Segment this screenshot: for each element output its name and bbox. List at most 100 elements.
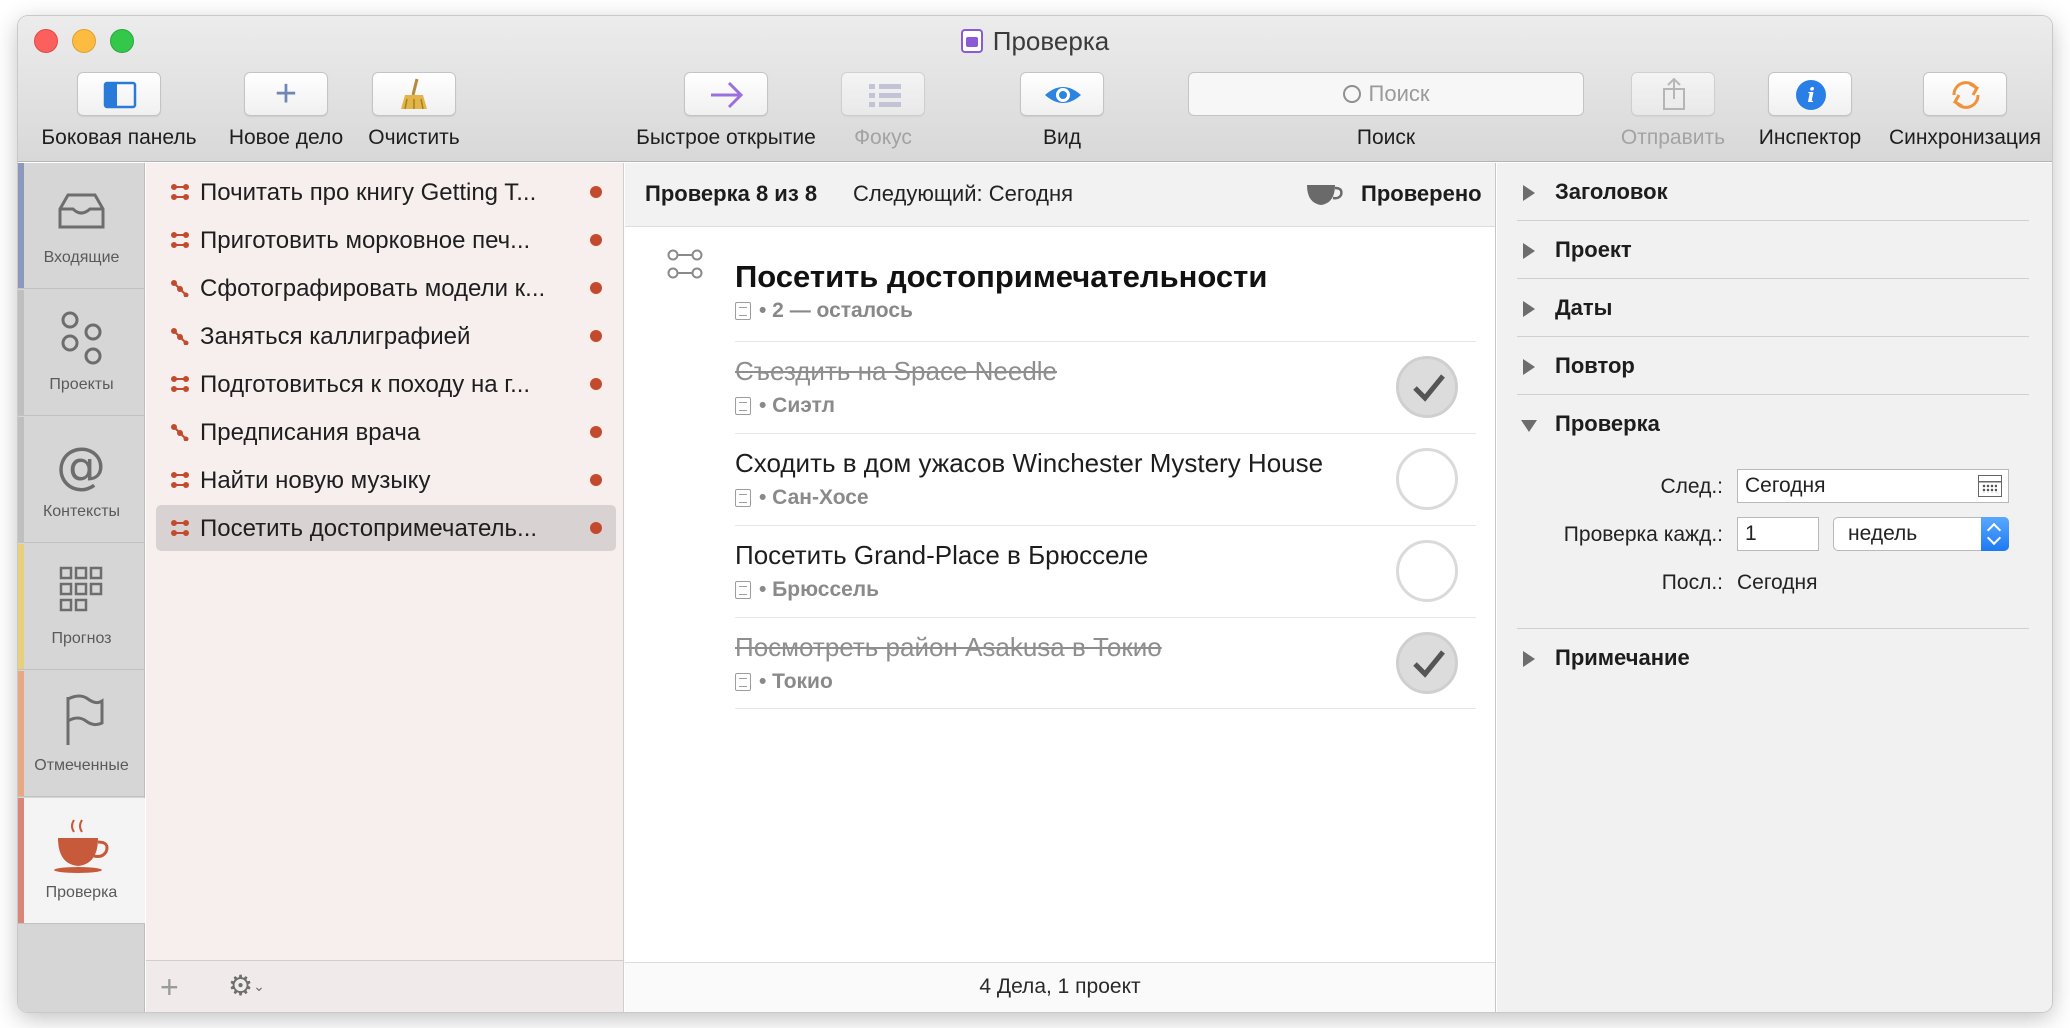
project-title[interactable]: Посетить достопримечательности [735, 259, 1267, 295]
eye-icon [1045, 87, 1081, 103]
disclosure-triangle-icon[interactable] [1523, 243, 1535, 259]
gear-icon: ⚙ [228, 970, 254, 1001]
project-sequential-icon [171, 424, 189, 441]
project-sequential-icon [171, 280, 189, 297]
gear-menu-button[interactable]: ⚙⌄ [228, 969, 265, 1002]
review-unit-select[interactable]: недель [1833, 517, 2009, 551]
inspector-section-title[interactable]: Заголовок [1517, 163, 2029, 221]
inspector-section-note[interactable]: Примечание [1517, 629, 2029, 687]
view-button[interactable] [1020, 72, 1104, 116]
section-label: Повтор [1555, 353, 1635, 378]
broom-icon [401, 78, 427, 110]
note-icon [735, 581, 751, 599]
sidebar-icon [103, 81, 137, 109]
list-item[interactable]: Заняться каллиграфией [156, 313, 616, 359]
disclosure-triangle-icon[interactable] [1523, 359, 1535, 375]
task-context-text: • Брюссель [759, 578, 880, 601]
sync-toolbar-item[interactable]: Синхронизация [1880, 72, 2050, 150]
new-action-button[interactable]: + [244, 72, 328, 116]
view-toolbar-item[interactable]: Вид [1006, 72, 1118, 150]
review-due-dot [590, 234, 602, 246]
focus-label: Фокус [854, 126, 912, 149]
list-item-selected[interactable]: Посетить достопримечатель... [156, 505, 616, 551]
clean-up-toolbar-item[interactable]: Очистить [358, 72, 470, 150]
contexts-icon: @ [56, 437, 106, 495]
list-item[interactable]: Приготовить морковное печ... [156, 217, 616, 263]
disclosure-triangle-icon[interactable] [1521, 420, 1537, 432]
list-item[interactable]: Сфотографировать модели к... [156, 265, 616, 311]
perspective-rail: Входящие Проекты @ Контексты Прогноз Отм… [18, 163, 145, 1012]
note-icon [735, 397, 751, 415]
inspector-section-project[interactable]: Проект [1517, 221, 2029, 279]
inspector-button[interactable]: i [1768, 72, 1852, 116]
inspector-section-repeat[interactable]: Повтор [1517, 337, 2029, 395]
sidebar-toolbar-item[interactable]: Боковая панель [28, 72, 210, 150]
tab-inbox[interactable]: Входящие [18, 163, 145, 289]
task-checkbox[interactable] [1396, 632, 1458, 694]
quick-open-toolbar-item[interactable]: Быстрое открытие [606, 72, 846, 150]
new-action-toolbar-item[interactable]: + Новое дело [216, 72, 356, 150]
task-row[interactable]: Сходить в дом ужасов Winchester Mystery … [735, 433, 1476, 525]
task-row[interactable]: Посмотреть район Asakusa в Токио • Токио [735, 617, 1476, 709]
tab-flagged[interactable]: Отмеченные [18, 671, 145, 797]
last-review-value: Сегодня [1737, 571, 1818, 594]
inspector-section-dates[interactable]: Даты [1517, 279, 2029, 337]
add-item-button[interactable]: + [160, 969, 179, 1006]
calendar-icon[interactable] [1978, 475, 2002, 497]
disclosure-triangle-icon[interactable] [1523, 185, 1535, 201]
review-unit-value: недель [1848, 522, 1918, 545]
tab-contexts[interactable]: @ Контексты [18, 417, 145, 543]
task-context-text: • Сиэтл [759, 394, 835, 417]
task-checkbox[interactable] [1396, 356, 1458, 418]
next-review-date-field[interactable]: Сегодня [1737, 469, 2009, 503]
tab-review[interactable]: Проверка [18, 798, 145, 924]
task-checkbox[interactable] [1396, 448, 1458, 510]
task-row[interactable]: Посетить Grand-Place в Брюсселе • Брюссе… [735, 525, 1476, 617]
mark-reviewed-button[interactable]: Проверено [1361, 181, 1482, 207]
next-review-label: След.: [1660, 475, 1723, 498]
task-title[interactable]: Посетить Grand-Place в Брюсселе [735, 540, 1148, 571]
task-title[interactable]: Съездить на Space Needle [735, 356, 1057, 387]
svg-text:@: @ [56, 437, 106, 495]
inbox-icon [58, 193, 105, 229]
inspector-section-review: Проверка След.: Сегодня Проверка кажд.: … [1517, 395, 2029, 629]
task-context: • Токио [735, 670, 833, 694]
project-status: • 2 — осталось [735, 299, 913, 323]
tab-forecast[interactable]: Прогноз [18, 544, 145, 670]
app-window: Проверка Боковая панель + Новое дело Очи… [18, 16, 2052, 1012]
share-icon [1663, 77, 1685, 110]
task-title[interactable]: Сходить в дом ужасов Winchester Mystery … [735, 448, 1323, 479]
sync-button[interactable] [1923, 72, 2007, 116]
project-parallel-icon [171, 520, 189, 536]
list-item[interactable]: Найти новую музыку [156, 457, 616, 503]
quick-open-button[interactable] [684, 72, 768, 116]
projects-icon [61, 311, 102, 365]
clean-up-button[interactable] [372, 72, 456, 116]
review-every-label: Проверка кажд.: [1563, 523, 1723, 546]
search-icon [1342, 85, 1361, 103]
list-item[interactable]: Подготовиться к походу на г... [156, 361, 616, 407]
task-title[interactable]: Посмотреть район Asakusa в Токио [735, 632, 1162, 663]
list-item-label: Посетить достопримечатель... [200, 515, 538, 542]
disclosure-triangle-icon[interactable] [1523, 651, 1535, 667]
search-input[interactable]: Поиск [1188, 72, 1584, 116]
sidebar-button[interactable] [77, 72, 161, 116]
info-icon: i [1796, 80, 1826, 110]
share-label: Отправить [1620, 126, 1726, 149]
inspector-toolbar-item[interactable]: i Инспектор [1748, 72, 1872, 150]
list-item[interactable]: Предписания врача [156, 409, 616, 455]
list-item[interactable]: Почитать про книгу Getting T... [156, 169, 616, 215]
disclosure-triangle-icon[interactable] [1523, 301, 1535, 317]
quick-open-label: Быстрое открытие [636, 126, 816, 149]
review-due-dot [590, 426, 602, 438]
share-toolbar-item: Отправить [1608, 72, 1738, 150]
list-item-label: Приготовить морковное печ... [200, 227, 531, 254]
focus-toolbar-item: Фокус [818, 72, 948, 150]
task-row[interactable]: Съездить на Space Needle • Сиэтл [735, 341, 1476, 433]
task-checkbox[interactable] [1396, 540, 1458, 602]
next-review-value: Сегодня [1745, 474, 1826, 497]
sync-label: Синхронизация [1888, 126, 2042, 149]
section-label: Примечание [1555, 645, 1690, 670]
tab-projects[interactable]: Проекты [18, 290, 145, 416]
review-interval-field[interactable]: 1 [1737, 517, 1819, 551]
